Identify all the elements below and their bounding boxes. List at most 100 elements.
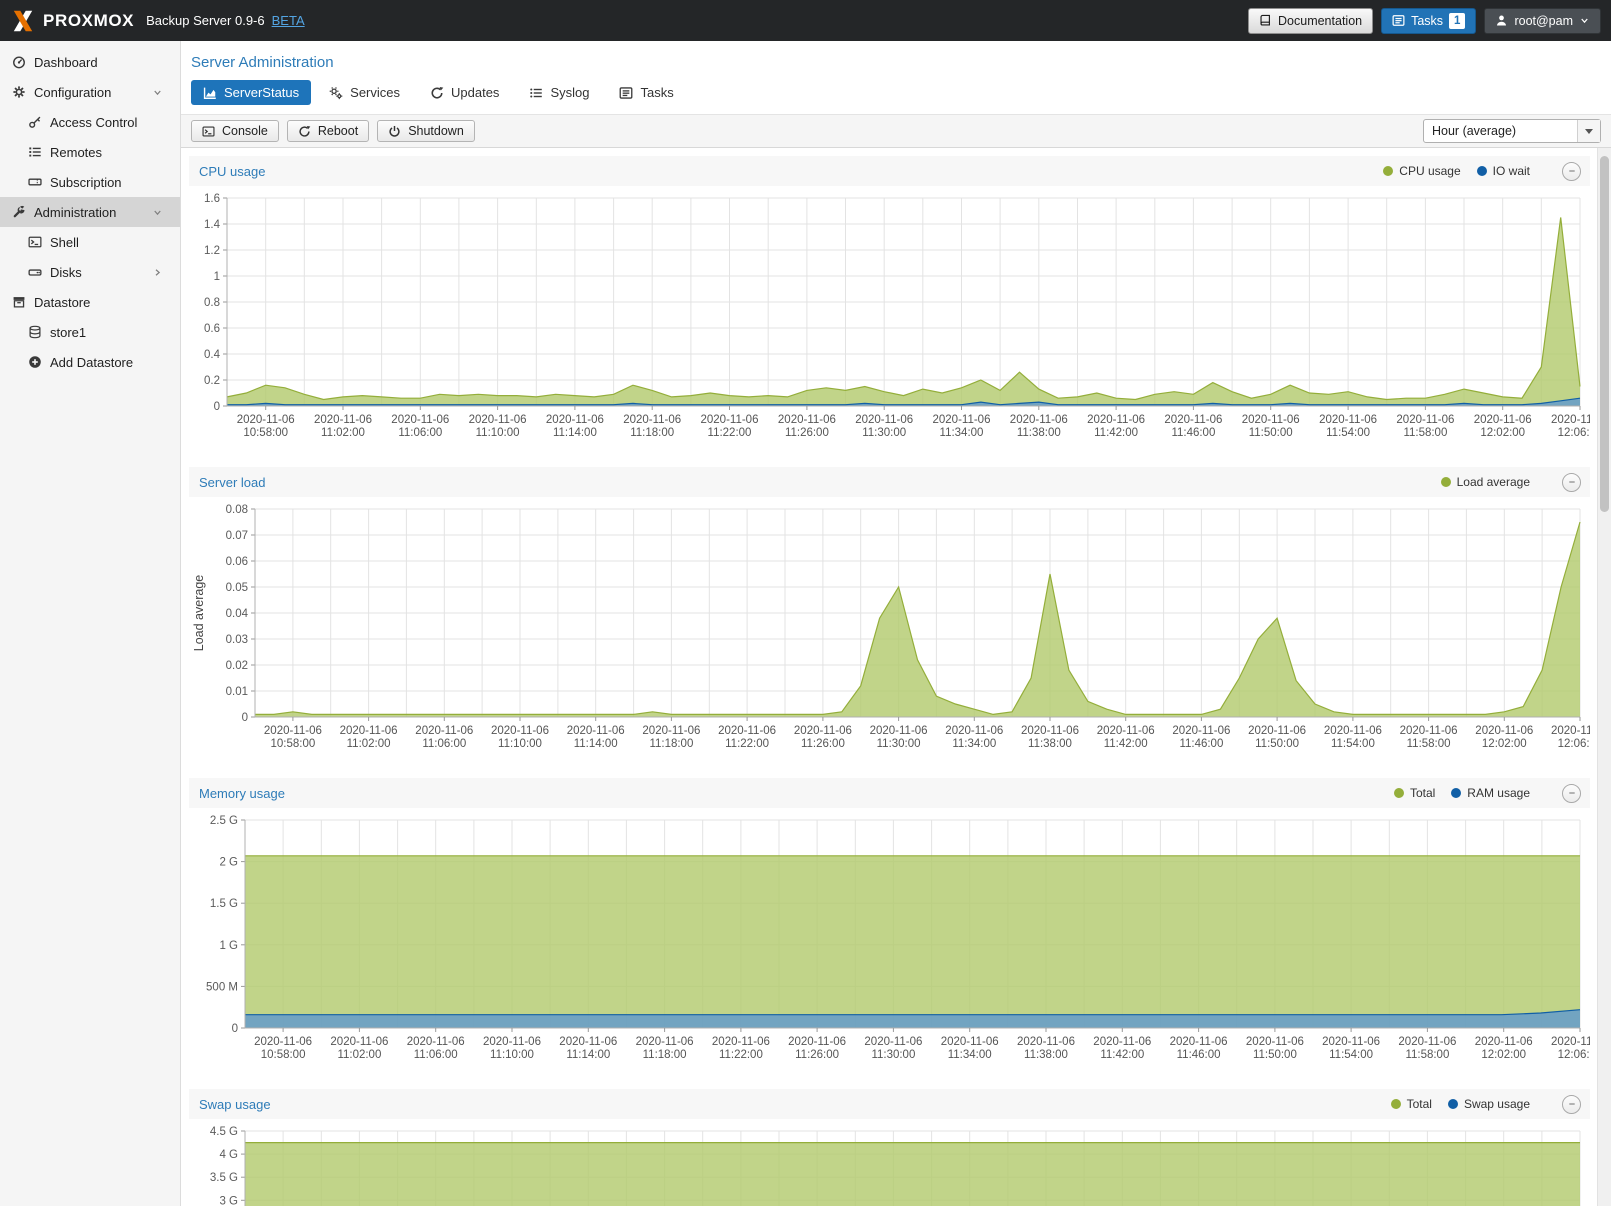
toolbar-buttons: Console Reboot Shutdown xyxy=(191,120,475,142)
collapse-panel-button[interactable] xyxy=(1562,473,1581,492)
legend-dot-icon xyxy=(1448,1099,1458,1109)
vertical-scrollbar[interactable] xyxy=(1597,148,1611,1206)
toolbar-button-label: Console xyxy=(222,124,268,138)
main-content: Server Administration ServerStatusServic… xyxy=(181,41,1611,1206)
tab-tasks[interactable]: Tasks xyxy=(607,80,685,105)
toolbar: Console Reboot Shutdown Hour (average) xyxy=(181,114,1611,148)
sidebar-item-label: Access Control xyxy=(50,115,137,130)
svg-text:2020-11-0611:54:00: 2020-11-0611:54:00 xyxy=(1322,1036,1380,1061)
beta-link[interactable]: BETA xyxy=(272,13,305,28)
combo-trigger-icon[interactable] xyxy=(1577,120,1600,142)
svg-text:3.5 G: 3.5 G xyxy=(210,1172,238,1184)
svg-text:0.8: 0.8 xyxy=(204,297,220,309)
svg-text:2020-11-0611:02:00: 2020-11-0611:02:00 xyxy=(314,414,372,439)
sidebar-item-administration[interactable]: Administration xyxy=(0,197,180,227)
body-row: DashboardConfiguration Access Control Remo… xyxy=(0,41,1611,1206)
tab-serverstatus[interactable]: ServerStatus xyxy=(191,80,311,105)
reboot-button[interactable]: Reboot xyxy=(287,120,369,142)
collapse-panel-button[interactable] xyxy=(1562,162,1581,181)
svg-text:2020-11-0611:30:00: 2020-11-0611:30:00 xyxy=(870,725,928,750)
svg-text:2020-11-0611:18:00: 2020-11-0611:18:00 xyxy=(623,414,681,439)
sidebar-item-add-datastore[interactable]: Add Datastore xyxy=(0,347,180,377)
svg-text:1.5 G: 1.5 G xyxy=(210,898,238,910)
tasks-badge: 1 xyxy=(1449,13,1465,29)
svg-text:2 G: 2 G xyxy=(219,857,238,869)
svg-text:2020-11-0610:58:00: 2020-11-0610:58:00 xyxy=(237,414,295,439)
power-icon xyxy=(388,125,401,138)
legend-item-io-wait[interactable]: IO wait xyxy=(1477,164,1530,178)
svg-text:2020-11-0610:58:00: 2020-11-0610:58:00 xyxy=(264,725,322,750)
svg-text:2020-11-0612:06:00: 2020-11-0612:06:00 xyxy=(1551,1036,1590,1061)
legend-item-total[interactable]: Total xyxy=(1394,786,1435,800)
panel-title: Server load xyxy=(189,475,265,490)
shutdown-button[interactable]: Shutdown xyxy=(377,120,475,142)
svg-text:500 M: 500 M xyxy=(206,981,238,993)
syslog-icon xyxy=(529,86,543,100)
brand-name: PROXMOX xyxy=(43,11,134,31)
svg-text:2.5 G: 2.5 G xyxy=(210,815,238,827)
svg-text:1.2: 1.2 xyxy=(204,245,220,257)
legend-item-ram-usage[interactable]: RAM usage xyxy=(1451,786,1530,800)
timeframe-select[interactable]: Hour (average) xyxy=(1423,119,1601,143)
svg-text:2020-11-0611:06:00: 2020-11-0611:06:00 xyxy=(415,725,473,750)
legend-dot-icon xyxy=(1477,166,1487,176)
user-menu-button[interactable]: root@pam xyxy=(1484,8,1601,34)
svg-text:0.03: 0.03 xyxy=(226,634,248,646)
collapse-panel-button[interactable] xyxy=(1562,1095,1581,1114)
tab-updates[interactable]: Updates xyxy=(418,80,511,105)
chevron-down-icon[interactable] xyxy=(152,207,163,218)
legend-label: RAM usage xyxy=(1467,786,1530,800)
svg-text:2020-11-0611:30:00: 2020-11-0611:30:00 xyxy=(855,414,913,439)
svg-text:2020-11-0610:58:00: 2020-11-0610:58:00 xyxy=(254,1036,312,1061)
svg-text:2020-11-0611:14:00: 2020-11-0611:14:00 xyxy=(546,414,604,439)
chevron-right-icon[interactable] xyxy=(152,267,163,278)
svg-text:0.02: 0.02 xyxy=(226,660,248,672)
sidebar-item-subscription[interactable]: Subscription xyxy=(0,167,180,197)
svg-text:2020-11-0611:38:00: 2020-11-0611:38:00 xyxy=(1010,414,1068,439)
sidebar-item-disks[interactable]: Disks xyxy=(0,257,180,287)
chart-memory-usage: 0500 M1 G1.5 G2 G2.5 G2020-11-0610:58:00… xyxy=(189,808,1590,1073)
svg-text:2020-11-0611:46:00: 2020-11-0611:46:00 xyxy=(1170,1036,1228,1061)
svg-text:2020-11-0611:10:00: 2020-11-0611:10:00 xyxy=(491,725,549,750)
svg-text:4.5 G: 4.5 G xyxy=(210,1126,238,1138)
svg-text:2020-11-0611:14:00: 2020-11-0611:14:00 xyxy=(567,725,625,750)
tab-label: Services xyxy=(350,85,400,100)
scrollbar-thumb[interactable] xyxy=(1600,156,1609,512)
collapse-panel-button[interactable] xyxy=(1562,784,1581,803)
sidebar-item-label: store1 xyxy=(50,325,86,340)
documentation-button[interactable]: Documentation xyxy=(1248,8,1373,34)
sidebar-item-store1[interactable]: store1 xyxy=(0,317,180,347)
console-button[interactable]: Console xyxy=(191,120,279,142)
chart-server-load: 00.010.020.030.040.050.060.070.082020-11… xyxy=(189,497,1590,762)
panel-title: CPU usage xyxy=(189,164,265,179)
toolbar-button-label: Shutdown xyxy=(408,124,464,138)
sidebar-item-datastore[interactable]: Datastore xyxy=(0,287,180,317)
product-version: Backup Server 0.9-6 xyxy=(146,13,265,28)
sidebar-item-shell[interactable]: Shell xyxy=(0,227,180,257)
sidebar-item-configuration[interactable]: Configuration xyxy=(0,77,180,107)
legend-label: IO wait xyxy=(1493,164,1530,178)
user-icon xyxy=(1495,14,1508,27)
tab-label: Syslog xyxy=(550,85,589,100)
svg-text:2020-11-0611:22:00: 2020-11-0611:22:00 xyxy=(712,1036,770,1061)
reboot-icon xyxy=(298,125,311,138)
svg-text:0.08: 0.08 xyxy=(226,504,248,516)
legend-item-cpu-usage[interactable]: CPU usage xyxy=(1383,164,1460,178)
svg-text:2020-11-0611:58:00: 2020-11-0611:58:00 xyxy=(1398,1036,1456,1061)
svg-text:1: 1 xyxy=(214,271,220,283)
sidebar-item-dashboard[interactable]: Dashboard xyxy=(0,47,180,77)
panel-server-load: Server loadLoad average00.010.020.030.04… xyxy=(189,467,1590,762)
svg-text:2020-11-0611:38:00: 2020-11-0611:38:00 xyxy=(1017,1036,1075,1061)
tab-syslog[interactable]: Syslog xyxy=(517,80,601,105)
tab-services[interactable]: Services xyxy=(317,80,412,105)
legend-item-total[interactable]: Total xyxy=(1391,1097,1432,1111)
legend-item-swap-usage[interactable]: Swap usage xyxy=(1448,1097,1530,1111)
sidebar-item-remotes[interactable]: Remotes xyxy=(0,137,180,167)
tasks-button[interactable]: Tasks 1 xyxy=(1381,8,1476,34)
legend-item-load-average[interactable]: Load average xyxy=(1441,475,1530,489)
sidebar-item-access-control[interactable]: Access Control xyxy=(0,107,180,137)
chevron-down-icon[interactable] xyxy=(152,87,163,98)
legend-label: Total xyxy=(1407,1097,1432,1111)
proxmox-x-icon xyxy=(10,8,36,34)
svg-text:2020-11-0611:54:00: 2020-11-0611:54:00 xyxy=(1324,725,1382,750)
